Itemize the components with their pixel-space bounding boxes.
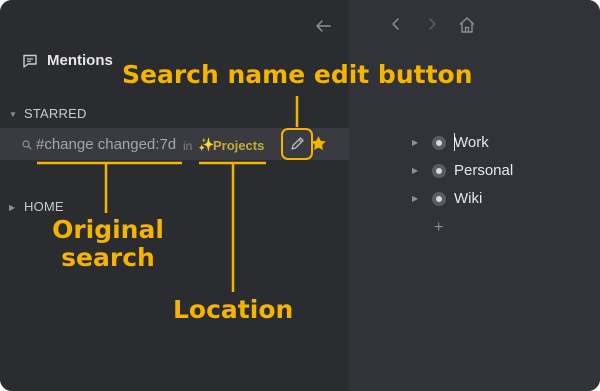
starred-collapse-toggle[interactable]: ▼ bbox=[9, 110, 17, 119]
edit-search-name-button[interactable] bbox=[281, 128, 313, 160]
mentions-item[interactable]: Mentions bbox=[47, 52, 113, 69]
annotation-original-line1: Original bbox=[52, 215, 164, 244]
annotation-original-search: Original search bbox=[50, 216, 166, 272]
annotation-original-line2: search bbox=[61, 243, 155, 272]
search-icon bbox=[22, 140, 32, 150]
saved-search-query: #change changed:7d bbox=[36, 136, 177, 153]
bullet-icon[interactable] bbox=[432, 136, 446, 150]
sparkles-icon: ✨ bbox=[198, 137, 215, 152]
bullet-icon[interactable] bbox=[432, 192, 446, 206]
star-icon[interactable] bbox=[310, 135, 327, 152]
search-location[interactable]: Projects bbox=[213, 138, 264, 153]
annotation-edit-button: Search name edit button bbox=[122, 60, 473, 89]
sidebar: Mentions ▼ STARRED #change changed:7d in… bbox=[0, 0, 349, 391]
search-in-label: in bbox=[183, 139, 193, 153]
tree-item-wiki[interactable]: ▶ Wiki bbox=[412, 189, 572, 211]
pencil-icon bbox=[291, 137, 304, 150]
expand-caret-icon[interactable]: ▶ bbox=[412, 194, 418, 203]
add-item-button[interactable]: + bbox=[434, 219, 443, 237]
tree-item-personal[interactable]: ▶ Personal bbox=[412, 161, 572, 183]
arrow-left-icon[interactable] bbox=[314, 17, 332, 35]
tree-item-label[interactable]: Wiki bbox=[454, 190, 482, 207]
chevron-right-icon[interactable] bbox=[424, 16, 440, 32]
chevron-left-icon[interactable] bbox=[388, 16, 404, 32]
home-expand-toggle[interactable]: ▶ bbox=[9, 203, 15, 212]
app-window: Mentions ▼ STARRED #change changed:7d in… bbox=[0, 0, 600, 391]
tree-item-label[interactable]: Work bbox=[454, 134, 489, 151]
annotation-location: Location bbox=[173, 295, 294, 324]
message-square-icon bbox=[23, 54, 37, 68]
tree-item-label[interactable]: Personal bbox=[454, 162, 513, 179]
home-icon[interactable] bbox=[457, 15, 477, 35]
tree-item-work[interactable]: ▶ Work bbox=[412, 133, 572, 155]
home-section-label[interactable]: HOME bbox=[24, 199, 64, 214]
bullet-icon[interactable] bbox=[432, 164, 446, 178]
text-cursor bbox=[454, 133, 455, 151]
starred-section-label[interactable]: STARRED bbox=[24, 106, 87, 121]
expand-caret-icon[interactable]: ▶ bbox=[412, 138, 418, 147]
expand-caret-icon[interactable]: ▶ bbox=[412, 166, 418, 175]
